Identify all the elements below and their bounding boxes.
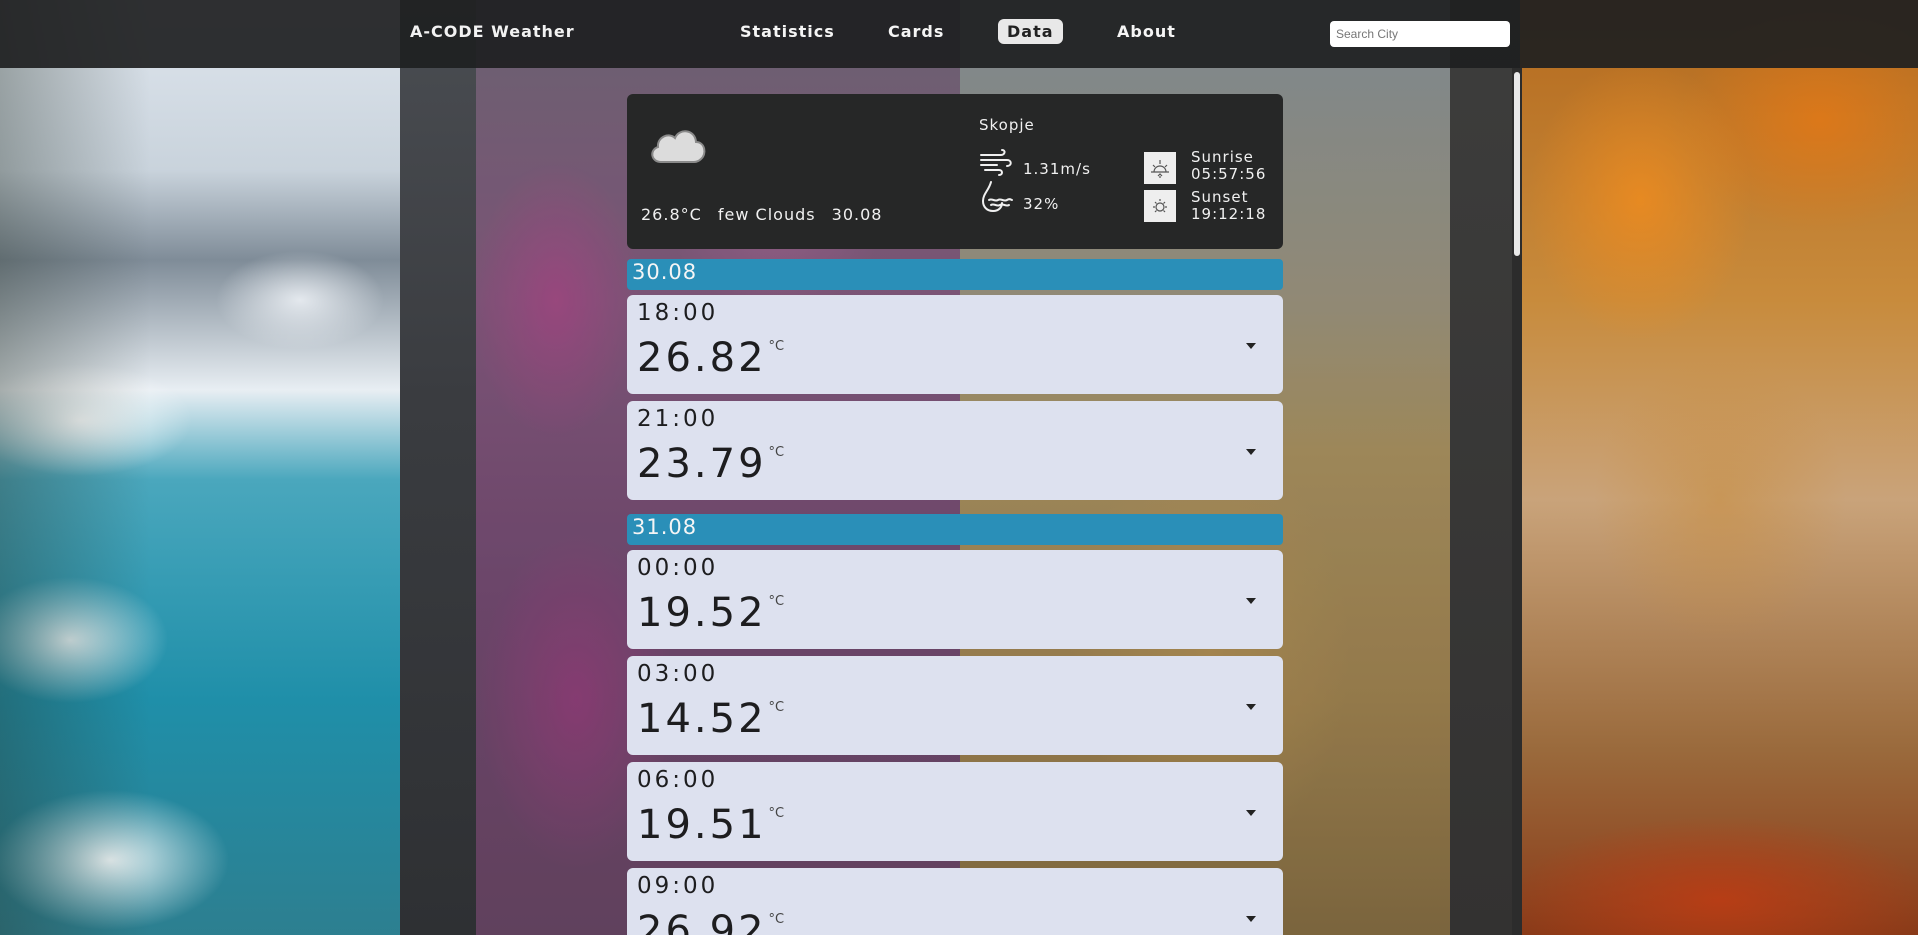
forecast-temperature: 19.51 °C [637, 802, 784, 848]
temperature-value: 26.92 [637, 908, 767, 935]
current-summary: 26.8°C few Clouds 30.08 [641, 205, 892, 224]
background-divider [1450, 0, 1520, 935]
brand-logo[interactable]: A-CODE Weather [410, 22, 575, 41]
caret-down-icon[interactable] [1246, 598, 1256, 604]
cloud-icon [647, 122, 707, 170]
forecast-time: 21:00 [637, 406, 719, 432]
background-winter-image [0, 0, 400, 935]
nav-cards[interactable]: Cards [888, 22, 944, 41]
scrollbar-thumb[interactable] [1514, 72, 1520, 256]
sunset-info: Sunset 19:12:18 [1191, 189, 1266, 223]
day-header: 31.08 [627, 514, 1283, 545]
caret-down-icon[interactable] [1246, 449, 1256, 455]
wind-speed: 1.31m/s [1023, 160, 1091, 178]
forecast-time: 00:00 [637, 555, 719, 581]
nav-about[interactable]: About [1117, 22, 1176, 41]
caret-down-icon[interactable] [1246, 704, 1256, 710]
background-divider [400, 0, 476, 935]
temperature-value: 23.79 [637, 441, 767, 487]
forecast-time: 06:00 [637, 767, 719, 793]
forecast-hour-card[interactable]: 21:00 23.79 °C [627, 401, 1283, 500]
forecast-temperature: 26.82 °C [637, 335, 784, 381]
temperature-value: 19.51 [637, 802, 767, 848]
forecast-hour-card[interactable]: 03:00 14.52 °C [627, 656, 1283, 755]
forecast-time: 18:00 [637, 300, 719, 326]
sunrise-time: 05:57:56 [1191, 165, 1267, 183]
forecast-time: 03:00 [637, 661, 719, 687]
current-weather-card: 26.8°C few Clouds 30.08 Skopje 1.31m/s 3… [627, 94, 1283, 249]
caret-down-icon[interactable] [1246, 810, 1256, 816]
forecast-hour-card[interactable]: 09:00 26.92 °C [627, 868, 1283, 935]
search-city-input[interactable] [1330, 21, 1510, 47]
sunset-label: Sunset [1191, 188, 1249, 206]
temperature-unit: °C [768, 700, 785, 715]
forecast-hour-card[interactable]: 00:00 19.52 °C [627, 550, 1283, 649]
caret-down-icon[interactable] [1246, 916, 1256, 922]
temperature-value: 26.82 [637, 335, 767, 381]
nav-data[interactable]: Data [998, 19, 1063, 44]
sunrise-icon [1144, 152, 1176, 184]
temperature-value: 19.52 [637, 590, 767, 636]
day-header: 30.08 [627, 259, 1283, 290]
forecast-temperature: 26.92 °C [637, 908, 784, 935]
current-description: few Clouds [717, 205, 816, 224]
forecast-hour-card[interactable]: 18:00 26.82 °C [627, 295, 1283, 394]
temperature-unit: °C [768, 912, 785, 927]
forecast-temperature: 14.52 °C [637, 696, 784, 742]
navbar: A-CODE Weather Statistics Cards Data Abo… [0, 0, 1918, 68]
city-name: Skopje [979, 116, 1035, 134]
temperature-unit: °C [768, 806, 785, 821]
forecast-time: 09:00 [637, 873, 719, 899]
current-date: 30.08 [831, 205, 883, 224]
background-autumn-image [1520, 0, 1918, 935]
sunrise-label: Sunrise [1191, 148, 1254, 166]
sunset-time: 19:12:18 [1191, 205, 1267, 223]
temperature-value: 14.52 [637, 696, 767, 742]
temperature-unit: °C [768, 339, 785, 354]
nav-statistics[interactable]: Statistics [740, 22, 835, 41]
sunrise-info: Sunrise 05:57:56 [1191, 149, 1266, 183]
forecast-temperature: 23.79 °C [637, 441, 784, 487]
humidity-value: 32% [1023, 195, 1060, 213]
temperature-unit: °C [768, 594, 785, 609]
current-temperature: 26.8°C [641, 205, 702, 224]
wind-icon [979, 148, 1013, 180]
humidity-icon [979, 180, 1013, 218]
forecast-temperature: 19.52 °C [637, 590, 784, 636]
sunset-icon [1144, 190, 1176, 222]
temperature-unit: °C [768, 445, 785, 460]
forecast-hour-card[interactable]: 06:00 19.51 °C [627, 762, 1283, 861]
caret-down-icon[interactable] [1246, 343, 1256, 349]
